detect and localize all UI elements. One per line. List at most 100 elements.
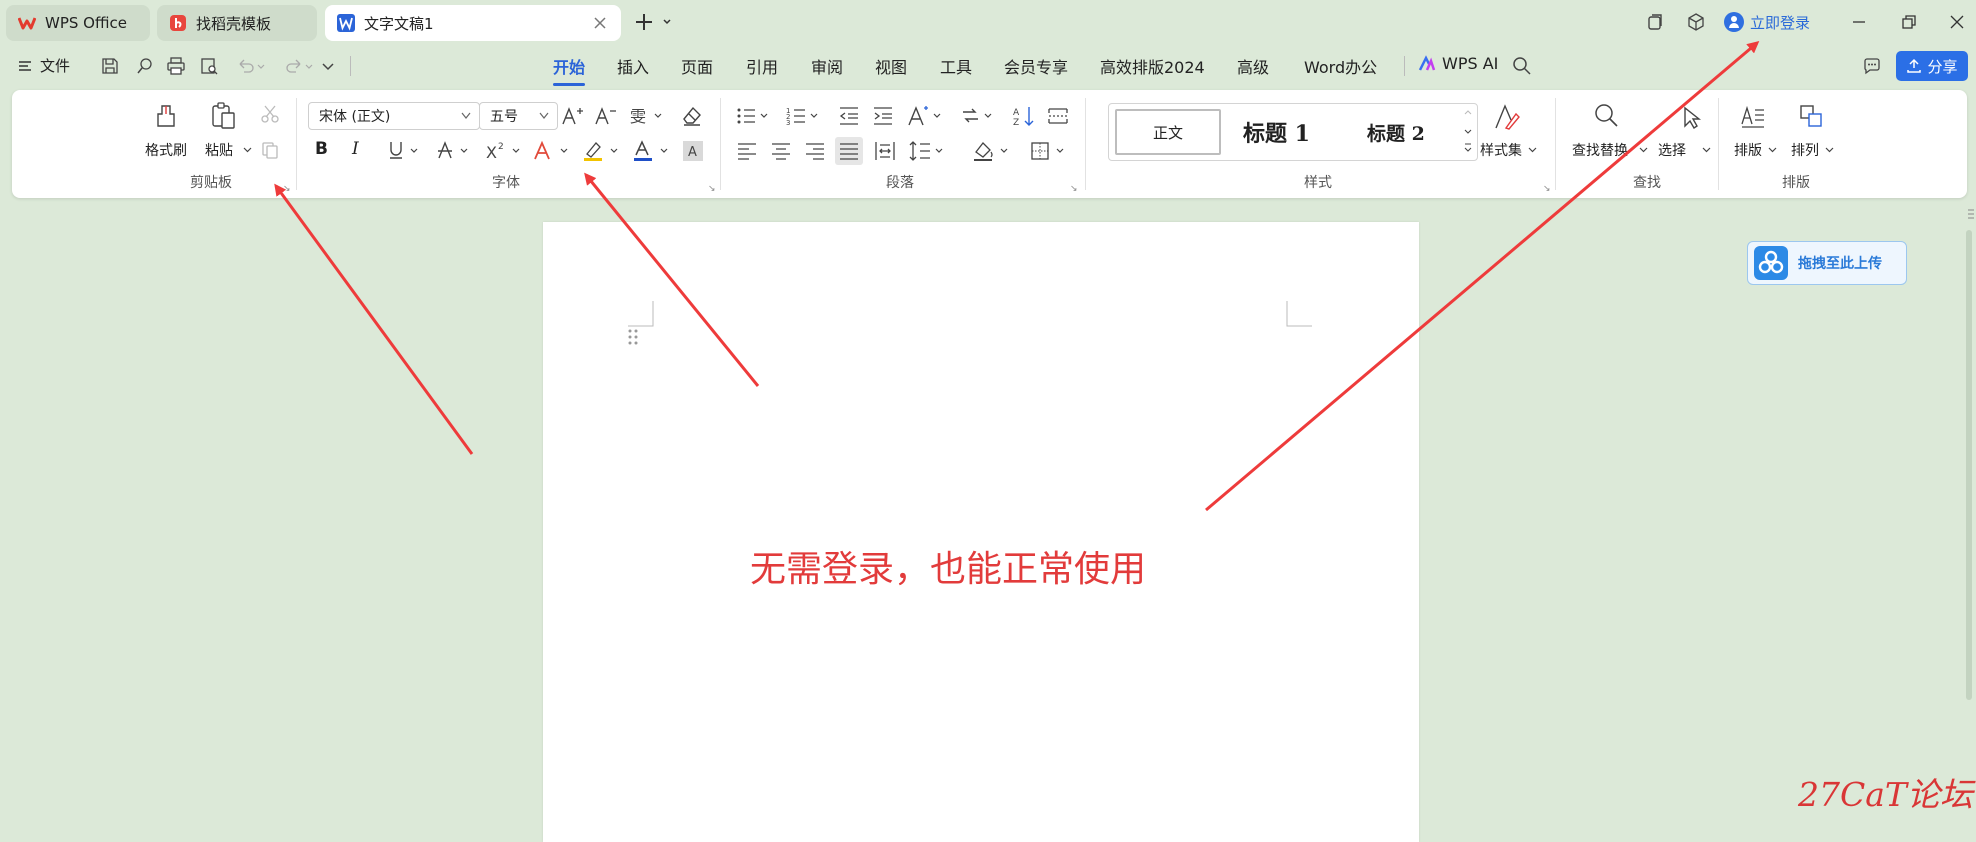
format-painter-icon[interactable] [152, 102, 180, 130]
char-shading-icon[interactable]: A [682, 140, 704, 162]
login-button[interactable]: 立即登录 [1724, 10, 1810, 34]
superscript-icon[interactable]: X2 [484, 140, 524, 162]
close-icon[interactable] [591, 14, 609, 32]
tab-document-1[interactable]: 文字文稿1 [325, 5, 621, 41]
chevron-down-icon[interactable] [318, 56, 338, 76]
style-heading-2[interactable]: 标题 2 [1367, 119, 1425, 146]
minimize-button[interactable] [1848, 11, 1870, 33]
redo-icon[interactable] [284, 56, 316, 76]
shrink-font-icon[interactable] [593, 105, 617, 127]
italic-button[interactable]: I [352, 139, 359, 159]
save-icon[interactable] [100, 56, 120, 76]
text-effect-icon[interactable] [532, 140, 572, 162]
chevron-down-icon[interactable] [1639, 147, 1648, 153]
find-icon[interactable] [1592, 102, 1620, 130]
bold-button[interactable]: B [315, 139, 328, 159]
chevron-down-icon[interactable] [1702, 147, 1711, 153]
align-right-icon[interactable] [804, 140, 826, 162]
print-icon[interactable] [166, 56, 186, 76]
wps-ai-button[interactable]: WPS AI [1418, 54, 1498, 73]
paste-icon[interactable] [208, 101, 238, 131]
bullets-icon[interactable] [736, 105, 772, 127]
restore-button[interactable] [1898, 11, 1920, 33]
strikethrough-icon[interactable] [436, 140, 472, 162]
cut-icon[interactable] [260, 104, 280, 124]
search-icon[interactable] [1512, 56, 1532, 76]
select-button[interactable]: 选择 [1658, 140, 1686, 160]
undo-icon[interactable] [236, 56, 268, 76]
window-list-button[interactable] [1644, 11, 1666, 33]
upload-drop-button[interactable]: 拖拽至此上传 [1747, 241, 1907, 285]
tab-insert[interactable]: 插入 [617, 54, 649, 78]
align-left-icon[interactable] [736, 140, 758, 162]
gallery-scroll-icon[interactable] [1463, 108, 1473, 156]
arrange-icon[interactable] [1797, 102, 1825, 130]
tab-layout-2024[interactable]: 高效排版2024 [1100, 54, 1205, 78]
text-layout-icon[interactable] [1739, 102, 1767, 130]
tab-member[interactable]: 会员专享 [1004, 54, 1068, 78]
chevron-down-icon[interactable] [1528, 147, 1537, 153]
file-menu-button[interactable]: 文件 [18, 55, 70, 76]
share-button[interactable]: 分享 [1896, 51, 1968, 81]
ruler-toggle-icon[interactable] [1966, 208, 1976, 222]
launcher-icon[interactable]: ↘ [283, 184, 291, 194]
tab-docer[interactable]: 找稻壳模板 [157, 5, 317, 41]
highlight-icon[interactable] [582, 140, 622, 162]
style-heading-1[interactable]: 标题 1 [1243, 116, 1310, 148]
format-painter-button[interactable]: 格式刷 [145, 140, 187, 160]
document-page[interactable] [543, 222, 1419, 842]
chevron-down-icon[interactable] [1825, 147, 1834, 153]
increase-indent-icon[interactable] [872, 105, 894, 127]
justify-button[interactable] [835, 137, 863, 165]
tab-advanced[interactable]: 高级 [1237, 54, 1269, 78]
chevron-down-icon[interactable] [1768, 147, 1777, 153]
drag-handle-icon[interactable] [627, 328, 639, 346]
launcher-icon[interactable]: ↘ [1543, 184, 1551, 194]
find-replace-button[interactable]: 查找替换 [1572, 140, 1628, 160]
distributed-icon[interactable] [874, 140, 896, 162]
copy-icon[interactable] [260, 140, 280, 160]
chevron-down-icon[interactable] [243, 147, 252, 153]
show-marks-icon[interactable] [1047, 105, 1069, 127]
select-cursor-icon[interactable] [1676, 102, 1704, 130]
style-set-icon[interactable] [1492, 102, 1522, 132]
arrange-button[interactable]: 排列 [1791, 140, 1819, 160]
tab-word-office[interactable]: Word办公 [1304, 54, 1377, 78]
typesetting-button[interactable]: 排版 [1734, 140, 1762, 160]
tab-review[interactable]: 审阅 [811, 54, 843, 78]
align-center-icon[interactable] [770, 140, 792, 162]
print-preview-icon[interactable] [199, 56, 219, 76]
apps-button[interactable] [1685, 11, 1707, 33]
launcher-icon[interactable]: ↘ [1070, 184, 1078, 194]
launcher-icon[interactable]: ↘ [708, 184, 716, 194]
font-color-icon[interactable] [632, 140, 672, 162]
paste-button[interactable]: 粘贴 [205, 140, 233, 160]
new-tab-button[interactable] [632, 10, 674, 34]
underline-icon[interactable] [386, 140, 422, 162]
text-direction-icon[interactable] [906, 104, 944, 128]
style-set-button[interactable]: 样式集 [1480, 140, 1522, 160]
tab-view[interactable]: 视图 [875, 54, 907, 78]
comment-icon[interactable] [1862, 56, 1882, 76]
numbering-icon[interactable]: 123 [786, 105, 822, 127]
phonetic-guide-icon[interactable]: 雯 [628, 104, 664, 128]
tab-wps-office[interactable]: WPS Office [6, 5, 150, 41]
close-window-button[interactable] [1946, 11, 1968, 33]
grow-font-icon[interactable] [560, 105, 584, 127]
export-pdf-icon[interactable] [135, 56, 155, 76]
sort-direction-icon[interactable] [960, 105, 996, 127]
sort-icon[interactable]: AZ [1012, 104, 1036, 128]
borders-icon[interactable] [1030, 140, 1070, 162]
tab-page[interactable]: 页面 [681, 54, 713, 78]
font-name-select[interactable]: 宋体 (正文) [308, 102, 480, 130]
tab-home[interactable]: 开始 [553, 54, 586, 86]
eraser-icon[interactable] [680, 104, 704, 128]
tab-references[interactable]: 引用 [746, 54, 778, 78]
tab-tools[interactable]: 工具 [940, 54, 972, 78]
shading-icon[interactable] [972, 140, 1012, 162]
vertical-scrollbar[interactable] [1966, 230, 1972, 700]
line-spacing-icon[interactable] [908, 140, 948, 162]
font-size-select[interactable]: 五号 [479, 102, 558, 130]
decrease-indent-icon[interactable] [838, 105, 860, 127]
style-normal[interactable]: 正文 [1115, 109, 1221, 155]
